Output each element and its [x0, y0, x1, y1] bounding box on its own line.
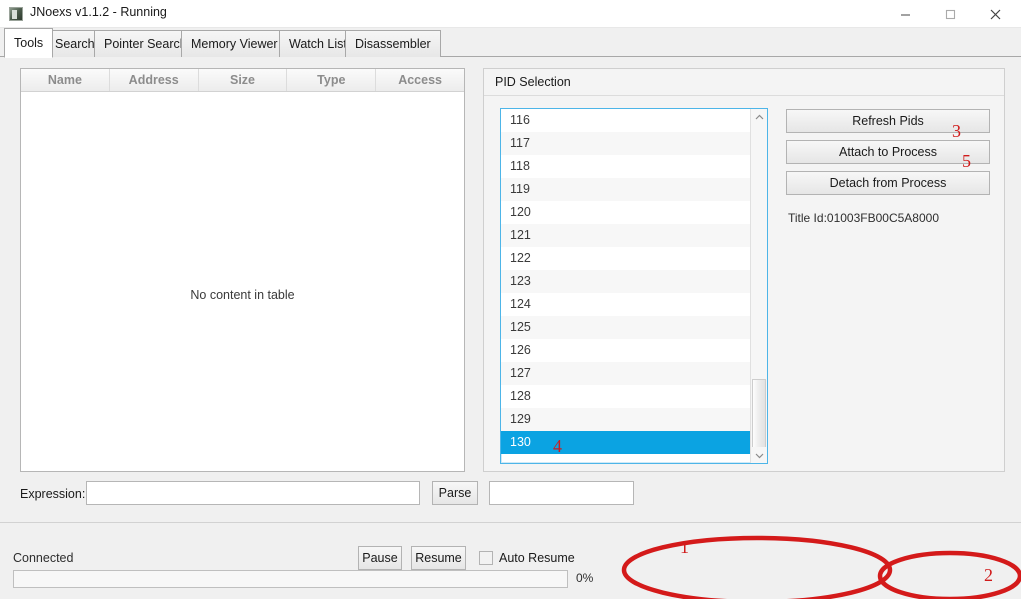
expression-input[interactable] [86, 481, 420, 505]
memory-table-header: Name Address Size Type Access [21, 69, 464, 92]
minimize-button[interactable] [883, 0, 928, 28]
list-item[interactable]: 128 [501, 385, 750, 408]
refresh-pids-button[interactable]: Refresh Pids [786, 109, 990, 133]
application-window: JNoexs v1.1.2 - Running Tools Search Poi… [0, 0, 1021, 599]
auto-resume-checkbox[interactable] [479, 551, 493, 565]
tools-tab-content: Name Address Size Type Access No content… [0, 57, 1021, 522]
list-item[interactable]: 127 [501, 362, 750, 385]
tab-strip: Tools Search Pointer Search Memory Viewe… [0, 28, 1021, 58]
detach-from-process-button[interactable]: Detach from Process [786, 171, 990, 195]
progress-bar [13, 570, 568, 588]
list-item[interactable]: 120 [501, 201, 750, 224]
list-item[interactable]: 123 [501, 270, 750, 293]
auto-resume-label: Auto Resume [499, 551, 575, 565]
memory-table: Name Address Size Type Access No content… [20, 68, 465, 472]
status-bar: Connected 0% Pause Resume Auto Resume NE… [0, 522, 1021, 599]
pid-selection-title: PID Selection [495, 75, 571, 89]
panel-divider [484, 95, 1004, 96]
empty-table-message: No content in table [190, 288, 295, 302]
list-item[interactable]: 118 [501, 155, 750, 178]
pid-list-container[interactable]: 116 117 118 119 120 121 122 123 124 125 … [500, 108, 768, 464]
maximize-button[interactable] [928, 0, 973, 28]
column-header-name[interactable]: Name [21, 69, 110, 91]
close-button[interactable] [973, 0, 1018, 28]
title-id-label: Title Id:01003FB00C5A8000 [788, 211, 939, 225]
selected-pid-row[interactable]: 130 [501, 431, 750, 454]
scrollbar-thumb[interactable] [752, 379, 766, 449]
scroll-down-icon[interactable] [751, 447, 767, 463]
list-item[interactable]: 124 [501, 293, 750, 316]
pause-button[interactable]: Pause [358, 546, 402, 570]
tab-tools[interactable]: Tools [4, 28, 54, 58]
list-item[interactable]: 119 [501, 178, 750, 201]
list-item[interactable]: 125 [501, 316, 750, 339]
column-header-address[interactable]: Address [110, 69, 199, 91]
window-title: JNoexs v1.1.2 - Running [30, 5, 167, 19]
resume-button[interactable]: Resume [411, 546, 466, 570]
column-header-access[interactable]: Access [376, 69, 464, 91]
app-icon [9, 7, 23, 21]
progress-percent-label: 0% [576, 571, 594, 585]
tab-disassembler[interactable]: Disassembler [345, 30, 441, 57]
memory-table-body[interactable]: No content in table [21, 92, 464, 471]
connection-status-label: Connected [13, 551, 74, 565]
list-item[interactable]: 117 [501, 132, 750, 155]
parse-result-input[interactable] [489, 481, 634, 505]
column-header-type[interactable]: Type [287, 69, 377, 91]
list-item[interactable]: 126 [501, 339, 750, 362]
list-item[interactable]: 116 [501, 109, 750, 132]
pid-selection-panel: PID Selection 116 117 118 119 120 121 12… [483, 68, 1005, 472]
pid-list[interactable]: 116 117 118 119 120 121 122 123 124 125 … [501, 109, 750, 463]
list-item[interactable]: 122 [501, 247, 750, 270]
pid-list-scrollbar[interactable] [750, 109, 767, 463]
expression-label: Expression: [20, 487, 86, 501]
column-header-size[interactable]: Size [199, 69, 288, 91]
scroll-up-icon[interactable] [751, 109, 767, 125]
title-bar: JNoexs v1.1.2 - Running [0, 0, 1021, 28]
tab-memory-viewer[interactable]: Memory Viewer [181, 30, 288, 57]
list-item[interactable]: 121 [501, 224, 750, 247]
parse-button[interactable]: Parse [432, 481, 478, 505]
list-item[interactable]: 129 [501, 408, 750, 431]
attach-to-process-button[interactable]: Attach to Process [786, 140, 990, 164]
